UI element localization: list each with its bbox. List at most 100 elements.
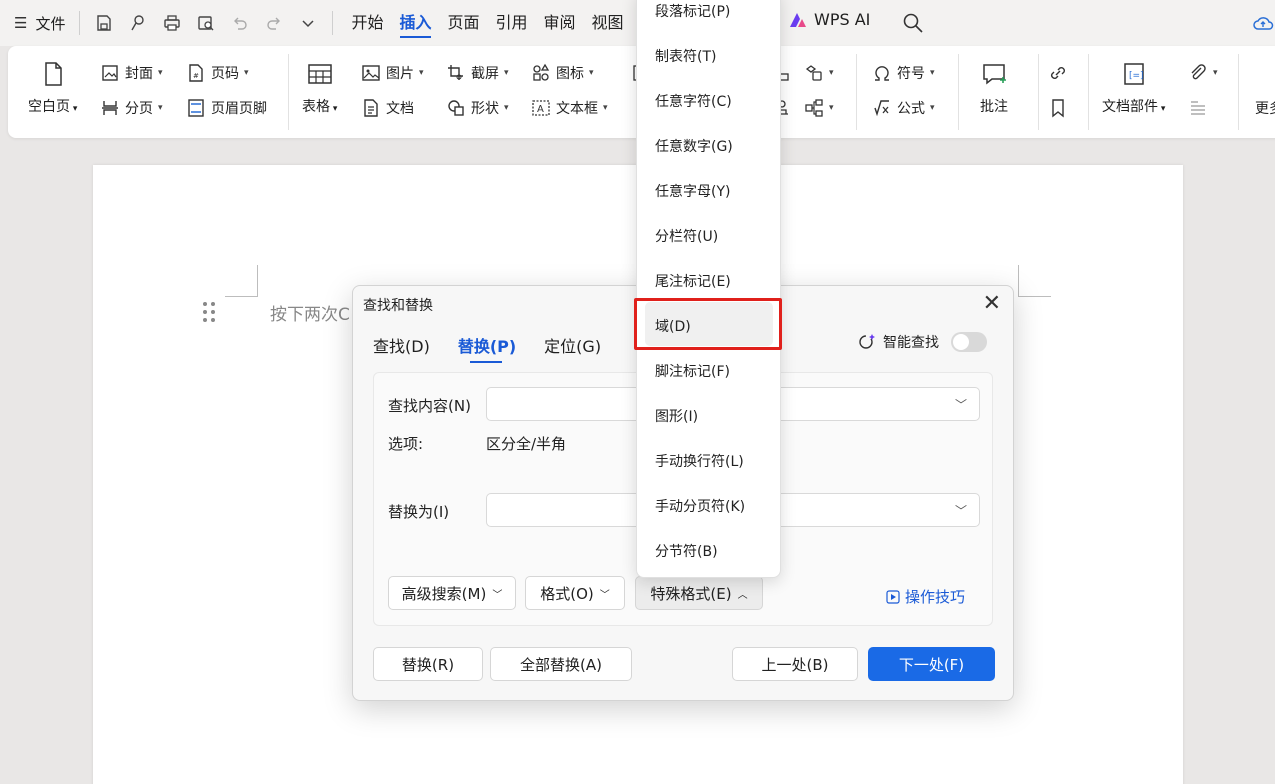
drag-handle-icon[interactable] — [203, 302, 215, 322]
picture-button[interactable]: 图片 ▾ — [361, 63, 424, 83]
ribbon-tabs: 开始 插入 页面 引用 审阅 视图 — [343, 0, 631, 46]
tab-replace[interactable]: 替换(P) — [458, 333, 516, 363]
smart-search: 智能查找 — [857, 332, 987, 352]
file-menu[interactable]: 文件 — [35, 13, 65, 34]
smart-search-toggle[interactable] — [951, 332, 987, 352]
menu-item-graphic[interactable]: 图形(I) — [655, 406, 698, 426]
shape-icon — [448, 100, 464, 116]
formula-button[interactable]: 公式 ▾ — [872, 98, 935, 118]
icon-label: 图标 — [556, 66, 584, 82]
hamburger-menu-icon[interactable]: ☰ — [14, 14, 27, 32]
blank-page-icon — [44, 62, 62, 86]
chevron-down-icon: ﹀ — [492, 589, 503, 601]
bookmark-button[interactable] — [1048, 98, 1068, 118]
flowchart-button[interactable]: ▾ — [804, 98, 834, 118]
document-hint-text: 按下两次C — [270, 305, 350, 325]
menu-item-section-break[interactable]: 分节符(B) — [655, 541, 718, 561]
comment-button[interactable]: 批注 — [980, 60, 1008, 116]
menu-item-any-letter[interactable]: 任意字母(Y) — [655, 181, 730, 201]
textbox-icon: A — [532, 100, 550, 116]
shape-button[interactable]: 形状 ▾ — [446, 98, 509, 118]
tab-page[interactable]: 页面 — [440, 0, 488, 46]
textbox-button[interactable]: A 文本框 ▾ — [531, 98, 608, 118]
tips-link[interactable]: 操作技巧 — [886, 586, 965, 607]
cover-button[interactable]: 封面 ▾ — [100, 63, 163, 83]
icon-gallery-icon — [533, 63, 550, 81]
table-button[interactable]: 表格 ▾ — [302, 60, 337, 116]
replace-all-button[interactable]: 全部替换(A) — [490, 647, 632, 681]
blank-page-button[interactable]: 空白页 ▾ — [28, 60, 77, 116]
print-icon[interactable] — [162, 13, 182, 33]
divider — [1088, 54, 1089, 130]
search-icon[interactable] — [902, 12, 924, 34]
symbol-label: 符号 — [897, 66, 925, 82]
link-icon — [1051, 67, 1065, 79]
textbox-label: 文本框 — [556, 101, 598, 117]
replace-button-label: 替换(R) — [401, 655, 455, 674]
document-button[interactable]: 文档 — [361, 98, 414, 118]
previous-button[interactable]: 上一处(B) — [732, 647, 858, 681]
chevron-down-icon[interactable] — [298, 13, 318, 33]
menu-item-footnote-mark[interactable]: 脚注标记(F) — [655, 361, 730, 381]
next-button[interactable]: 下一处(F) — [868, 647, 995, 681]
table-label: 表格 — [302, 99, 330, 115]
comment-icon — [983, 64, 1006, 85]
menu-item-any-digit[interactable]: 任意数字(G) — [655, 136, 733, 156]
page-number-button[interactable]: # 页码 ▾ — [186, 63, 249, 83]
text-align-button[interactable] — [1188, 98, 1208, 118]
screenshot-button[interactable]: 截屏 ▾ — [446, 63, 509, 83]
header-footer-button[interactable]: 页眉页脚 — [186, 98, 267, 118]
menu-item-manual-page-break[interactable]: 手动分页符(K) — [655, 496, 745, 516]
crop-mark — [1018, 265, 1019, 297]
chevron-down-icon[interactable]: ﹀ — [955, 396, 967, 413]
wps-ai-logo-icon — [790, 12, 806, 27]
next-label: 下一处(F) — [898, 655, 965, 674]
undo-icon[interactable] — [230, 13, 250, 33]
tab-home[interactable]: 开始 — [343, 0, 391, 46]
tab-review[interactable]: 审阅 — [536, 0, 584, 46]
hyperlink-button[interactable] — [1048, 63, 1068, 83]
save-icon[interactable] — [94, 13, 114, 33]
menu-item-paragraph-mark[interactable]: 段落标记(P) — [655, 1, 730, 21]
close-icon[interactable]: ✕ — [983, 293, 1001, 315]
more-button[interactable]: 更多 — [1255, 98, 1275, 118]
previous-label: 上一处(B) — [761, 655, 829, 674]
redo-icon[interactable] — [264, 13, 284, 33]
format-label: 格式(O) — [540, 584, 594, 603]
format-painter-icon[interactable] — [128, 13, 148, 33]
cloud-upload-icon[interactable] — [1252, 12, 1274, 34]
advanced-search-button[interactable]: 高级搜索(M) ﹀ — [388, 576, 516, 610]
tab-references[interactable]: 引用 — [488, 0, 536, 46]
format-button[interactable]: 格式(O) ﹀ — [525, 576, 625, 610]
play-icon — [886, 589, 900, 604]
header-footer-icon — [188, 99, 204, 117]
replace-button[interactable]: 替换(R) — [373, 647, 483, 681]
menu-item-any-char[interactable]: 任意字符(C) — [655, 91, 732, 111]
icon-button[interactable]: 图标 ▾ — [531, 63, 594, 83]
special-format-menu: 段落标记(P) 制表符(T) 任意字符(C) 任意数字(G) 任意字母(Y) 分… — [636, 0, 781, 578]
print-preview-icon[interactable] — [196, 13, 216, 33]
chevron-down-icon[interactable]: ﹀ — [955, 502, 967, 519]
menu-item-column-break[interactable]: 分栏符(U) — [655, 226, 718, 246]
menu-item-manual-line-break[interactable]: 手动换行符(L) — [655, 451, 744, 471]
wps-ai-button[interactable]: WPS AI — [788, 10, 870, 29]
screenshot-label: 截屏 — [471, 66, 499, 82]
chevron-down-icon: ﹀ — [599, 589, 610, 601]
attachment-button[interactable]: ▾ — [1188, 63, 1218, 83]
menu-item-endnote-mark[interactable]: 尾注标记(E) — [655, 271, 731, 291]
doc-parts-button[interactable]: [=] 文档部件 ▾ — [1102, 60, 1165, 116]
paperclip-icon — [1191, 64, 1206, 80]
tab-goto[interactable]: 定位(G) — [544, 333, 601, 357]
tab-insert[interactable]: 插入 — [391, 0, 439, 46]
dialog-tabs: 查找(D) 替换(P) 定位(G) — [373, 333, 601, 363]
page-break-button[interactable]: 分页 ▾ — [100, 98, 163, 118]
tab-view[interactable]: 视图 — [584, 0, 632, 46]
smart-shape-button[interactable]: ▾ — [804, 63, 834, 83]
tips-label: 操作技巧 — [905, 588, 966, 606]
page-number-icon: # — [189, 64, 203, 82]
tab-find[interactable]: 查找(D) — [373, 333, 430, 357]
menu-item-tab[interactable]: 制表符(T) — [655, 46, 716, 66]
svg-text:#: # — [193, 72, 199, 80]
special-format-button[interactable]: 特殊格式(E) ︿ — [635, 576, 763, 610]
symbol-button[interactable]: 符号 ▾ — [872, 63, 935, 83]
